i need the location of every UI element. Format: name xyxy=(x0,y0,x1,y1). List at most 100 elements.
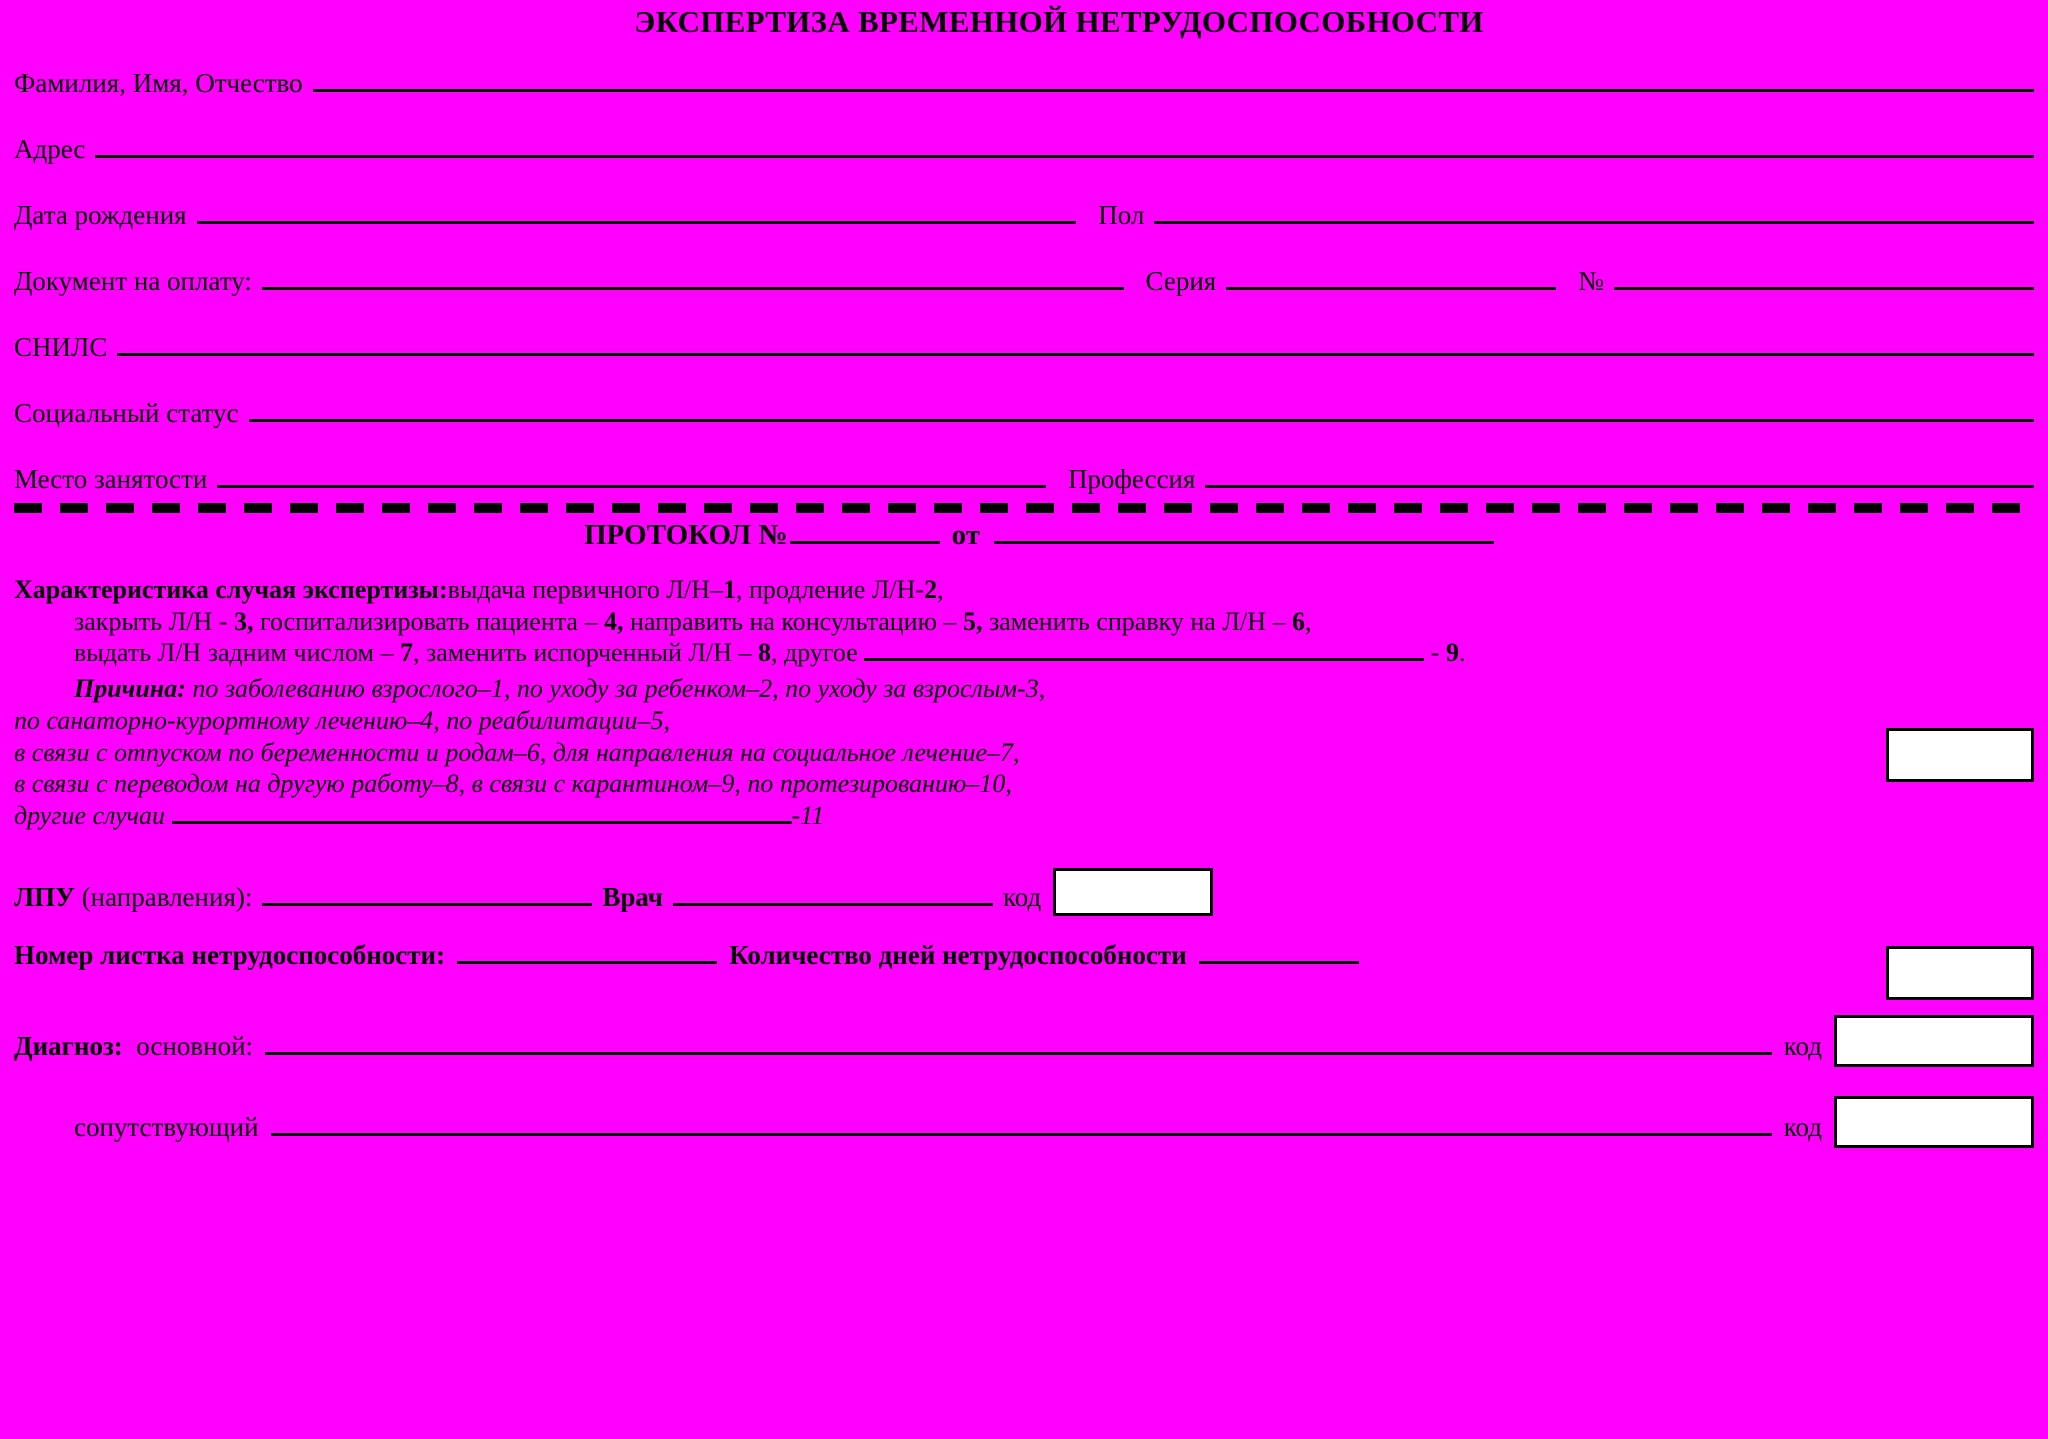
code-4: 4, xyxy=(603,606,624,636)
characteristic-code-box[interactable] xyxy=(1886,728,2034,782)
cause-other-input[interactable] xyxy=(171,801,792,825)
birthdate-label: Дата рождения xyxy=(14,200,187,230)
cause-line-4: в связи с переводом на другую работу–8, … xyxy=(14,769,1012,799)
diagnosis-concomitant-code-label: код xyxy=(1783,1111,1822,1142)
cause-line-3: в связи с отпуском по беременности и род… xyxy=(14,737,1020,767)
lpu-label-bold: ЛПУ xyxy=(14,881,75,912)
characteristic-line2-end: , xyxy=(1304,606,1312,636)
profession-label: Профессия xyxy=(1067,464,1196,494)
diagnosis-main-code-box[interactable] xyxy=(1834,1014,2034,1067)
code-5: 5, xyxy=(963,606,983,636)
payment-doc-input[interactable] xyxy=(261,265,1124,290)
characteristic-line3-b: , заменить испорченный Л/Н – xyxy=(412,638,759,668)
diagnosis-concomitant-input[interactable] xyxy=(270,1111,1772,1136)
characteristic-line3-end: . xyxy=(1458,638,1466,668)
field-row-snils: СНИЛС xyxy=(14,331,2034,361)
field-row-fio: Фамилия, Имя, Отчество xyxy=(14,67,2034,97)
series-label: Серия xyxy=(1145,266,1217,296)
diagnosis-main-row: Диагноз: основной: код xyxy=(14,1003,2034,1067)
birthdate-input[interactable] xyxy=(196,199,1077,224)
profession-input[interactable] xyxy=(1205,463,2035,488)
sheet-row: Номер листка нетрудоспособности: Количес… xyxy=(14,939,2034,971)
code-3: 3, xyxy=(233,606,254,636)
characteristic-line1-rest: выдача первичного Л/Н– xyxy=(447,575,723,604)
lpu-code-box[interactable] xyxy=(1053,867,1214,916)
characteristic-line-3: выдать Л/Н задним числом – 7, заменить и… xyxy=(14,637,2034,669)
employment-place-label: Место занятости xyxy=(14,464,208,494)
code-1: 1 xyxy=(722,575,736,604)
code-7: 7 xyxy=(399,638,413,668)
address-label: Адрес xyxy=(14,134,86,164)
sheet-number-input[interactable] xyxy=(457,939,718,964)
snils-input[interactable] xyxy=(117,331,2034,356)
characteristic-line2-c: направить на консультацию – xyxy=(623,606,963,636)
characteristic-other-input[interactable] xyxy=(864,638,1425,662)
code-8: 8 xyxy=(758,638,772,668)
sex-label: Пол xyxy=(1098,200,1145,230)
protocol-date-input[interactable] xyxy=(993,521,1494,544)
doctor-label: Врач xyxy=(602,881,664,912)
diagnosis-concomitant-code-box[interactable] xyxy=(1834,1095,2034,1148)
cause-line-1-text: по заболеванию взрослого–1, по уходу за … xyxy=(192,674,1046,704)
cause-line-5: другие случаи -11 xyxy=(14,800,2034,832)
number-label: № xyxy=(1578,266,1604,296)
fio-input[interactable] xyxy=(312,67,2034,92)
diagnosis-main-label: основной: xyxy=(136,1030,254,1061)
protocol-label: ПРОТОКОЛ № xyxy=(584,519,788,551)
protocol-number-input[interactable] xyxy=(789,521,940,544)
code-6: 6 xyxy=(1291,606,1305,636)
series-input[interactable] xyxy=(1226,265,1557,290)
employment-place-input[interactable] xyxy=(217,463,1046,488)
snils-label: СНИЛС xyxy=(14,332,108,362)
diagnosis-main-code-label: код xyxy=(1783,1030,1822,1061)
social-status-label: Социальный статус xyxy=(14,398,239,428)
field-row-birthdate-sex: Дата рождения Пол xyxy=(14,199,2034,229)
cause-title: Причина: xyxy=(74,674,186,704)
characteristic-line2-b: госпитализировать пациента – xyxy=(253,606,604,636)
cause-other-code: -11 xyxy=(791,801,825,831)
diagnosis-concomitant-label: сопутствующий xyxy=(74,1111,259,1142)
characteristic-title: Характеристика случая экспертизы: xyxy=(14,575,448,604)
code-9: 9 xyxy=(1445,638,1459,668)
field-row-payment-document: Документ на оплату: Серия № xyxy=(14,265,2034,295)
characteristic-block: Характеристика случая экспертизы:выдача … xyxy=(14,574,2034,832)
characteristic-line-2: закрыть Л/Н - 3, госпитализировать пацие… xyxy=(14,606,2034,638)
doctor-input[interactable] xyxy=(673,881,994,906)
form-page: ЭКСПЕРТИЗА ВРЕМЕННОЙ НЕТРУДОСПОСОБНОСТИ … xyxy=(0,0,2048,1439)
lpu-code-label: код xyxy=(1003,881,1042,912)
payment-doc-label: Документ на оплату: xyxy=(14,266,252,296)
characteristic-line1-tail: , продление Л/Н- xyxy=(735,575,925,604)
characteristic-line-1: Характеристика случая экспертизы:выдача … xyxy=(14,574,2034,606)
dashed-divider xyxy=(14,503,2034,513)
lpu-input[interactable] xyxy=(262,881,593,906)
characteristic-line1-end: , xyxy=(937,575,944,604)
page-title: ЭКСПЕРТИЗА ВРЕМЕННОЙ НЕТРУДОСПОСОБНОСТИ xyxy=(634,4,1484,39)
sex-input[interactable] xyxy=(1154,199,2034,224)
fio-label: Фамилия, Имя, Отчество xyxy=(14,68,303,98)
lpu-row: ЛПУ (направления): Врач код xyxy=(14,858,2034,916)
field-row-address: Адрес xyxy=(14,133,2034,163)
diagnosis-title: Диагноз: xyxy=(14,1030,123,1061)
sheet-number-label: Номер листка нетрудоспособности: xyxy=(14,939,446,970)
characteristic-line2-a: закрыть Л/Н - xyxy=(74,606,234,636)
field-row-employment: Место занятости Профессия xyxy=(14,463,2035,494)
lpu-label-rest: (направления): xyxy=(81,881,253,912)
characteristic-line3-a: выдать Л/Н задним числом – xyxy=(74,638,400,668)
cause-line-1: Причина: по заболеванию взрослого–1, по … xyxy=(14,673,2034,705)
code-2: 2 xyxy=(924,575,938,604)
cause-code-box[interactable] xyxy=(1886,946,2034,1000)
characteristic-line2-d: заменить справку на Л/Н – xyxy=(982,606,1292,636)
characteristic-line3-d: - xyxy=(1424,638,1446,668)
diagnosis-main-input[interactable] xyxy=(265,1030,1772,1055)
characteristic-line3-c: , другое xyxy=(771,638,865,668)
sheet-days-label: Количество дней нетрудоспособности xyxy=(729,939,1187,970)
address-input[interactable] xyxy=(95,133,2034,158)
cause-other-label: другие случаи xyxy=(14,801,166,831)
social-status-input[interactable] xyxy=(248,397,2034,422)
number-input[interactable] xyxy=(1614,265,2034,290)
field-row-social-status: Социальный статус xyxy=(14,397,2034,427)
diagnosis-concomitant-row: сопутствующий код xyxy=(14,1084,2034,1148)
sheet-days-input[interactable] xyxy=(1198,939,1359,964)
protocol-from-label: от xyxy=(951,519,980,551)
cause-line-2: по санаторно-курортному лечению–4, по ре… xyxy=(14,705,670,735)
